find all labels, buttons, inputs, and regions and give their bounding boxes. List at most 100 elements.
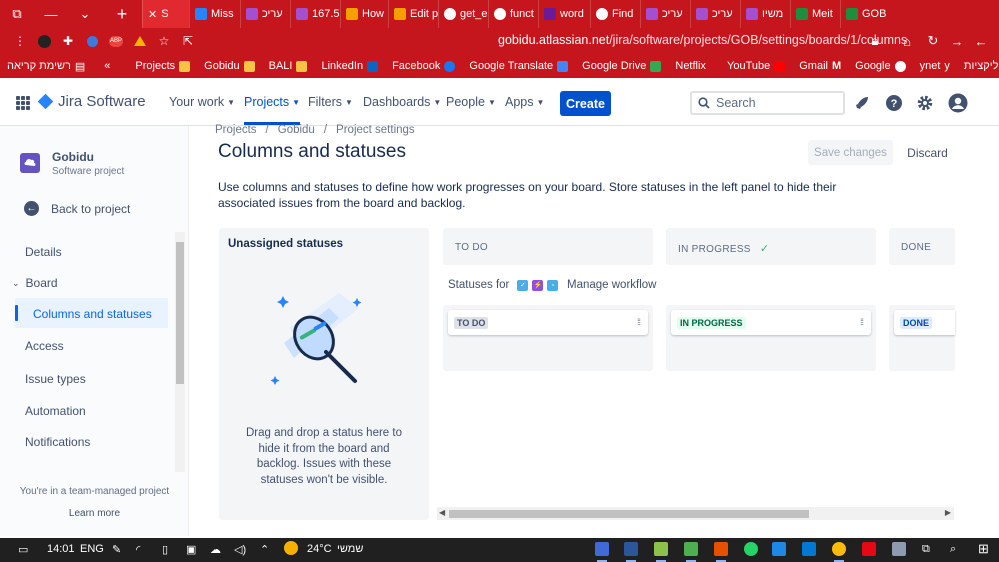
browser-tab[interactable]: word xyxy=(538,0,590,28)
scroll-right-arrow-icon[interactable]: ▶ xyxy=(945,508,951,517)
bookmark-item[interactable]: Projects xyxy=(128,60,197,72)
netflix-icon[interactable] xyxy=(862,542,876,556)
browser-tab[interactable]: משיו xyxy=(740,0,790,28)
taskbar-clock[interactable]: 14:01 xyxy=(47,543,75,555)
browser-tab[interactable]: Meit xyxy=(790,0,840,28)
onedrive-cloud-icon[interactable]: ☁ xyxy=(210,543,221,556)
help-icon[interactable]: ? xyxy=(884,93,904,113)
notification-center-icon[interactable]: ▭ xyxy=(18,543,28,556)
whatsapp-icon[interactable] xyxy=(744,542,758,556)
app-switcher-icon[interactable] xyxy=(16,96,30,110)
save-changes-button[interactable]: Save changes xyxy=(808,140,893,165)
tab-search-chevron-icon[interactable]: ⌄ xyxy=(68,0,102,28)
notifications-rocket-icon[interactable] xyxy=(852,93,872,113)
breadcrumb-project-settings[interactable]: Project settings xyxy=(336,124,415,136)
settings-gear-icon[interactable] xyxy=(915,93,935,113)
learn-more-link[interactable]: Learn more xyxy=(0,508,189,519)
unassigned-statuses-panel[interactable]: Unassigned statuses Drag and drop a stat… xyxy=(219,228,429,520)
weather-temp[interactable]: 24°C xyxy=(307,543,332,555)
sidebar-item-access[interactable]: Access xyxy=(25,339,64,353)
weather-condition[interactable]: שמשי xyxy=(337,543,363,555)
nav-people[interactable]: People ▼ xyxy=(446,95,496,109)
close-icon[interactable]: ✕ xyxy=(148,8,157,21)
browser-tab[interactable]: 167.5 xyxy=(290,0,340,28)
browser-tab[interactable]: עריכ xyxy=(640,0,690,28)
browser-tab[interactable]: How xyxy=(340,0,388,28)
manage-workflow-link[interactable]: Manage workflow xyxy=(567,279,656,291)
bookmarks-overflow-icon[interactable]: « xyxy=(92,60,122,72)
phone-link-icon[interactable]: ▣ xyxy=(186,543,196,556)
sun-weather-icon[interactable] xyxy=(284,541,298,558)
discard-button[interactable]: Discard xyxy=(900,140,955,165)
scrollbar-thumb[interactable] xyxy=(449,510,809,518)
word-icon[interactable] xyxy=(624,542,638,562)
forward-icon[interactable]: → xyxy=(946,31,968,51)
back-icon[interactable]: ← xyxy=(970,31,992,51)
window-restore-icon[interactable]: ⧉ xyxy=(0,0,34,28)
reading-list[interactable]: רשימת קריאה ▤ xyxy=(0,60,92,73)
chrome-icon[interactable] xyxy=(832,542,846,562)
bookmark-item[interactable]: Gobidu xyxy=(197,60,261,72)
browser-tab[interactable]: עריכ xyxy=(690,0,740,28)
chevron-up-icon[interactable]: ⌃ xyxy=(260,543,269,556)
wifi-icon[interactable]: ◜ xyxy=(136,543,140,556)
menu-dots-icon[interactable]: ⋮ xyxy=(8,30,32,52)
sidebar-scrollbar[interactable] xyxy=(175,232,185,472)
adblock-icon[interactable]: ABP xyxy=(104,30,128,52)
taskbar-app-icon[interactable] xyxy=(654,542,668,562)
bookmark-item[interactable]: Google Translate xyxy=(462,60,575,72)
create-button[interactable]: Create xyxy=(560,91,611,116)
sidebar-item-automation[interactable]: Automation xyxy=(25,404,86,418)
status-card-todo[interactable]: TO DO ⁞⁞ xyxy=(448,310,648,335)
task-view-icon[interactable]: ⧉ xyxy=(922,543,930,556)
status-card-done[interactable]: DONE xyxy=(894,310,955,335)
volume-icon[interactable]: ◁) xyxy=(234,543,246,556)
browser-tab[interactable]: ✕ S xyxy=(142,0,189,28)
star-bookmark-icon[interactable]: ☆ xyxy=(152,30,176,52)
extension-icon[interactable] xyxy=(32,30,56,52)
bookmark-item[interactable]: Google xyxy=(848,60,912,72)
status-card-in-progress[interactable]: IN PROGRESS ⁞⁞ xyxy=(671,310,871,335)
sidebar-item-columns-and-statuses[interactable]: Columns and statuses xyxy=(15,298,168,328)
extension-icon[interactable] xyxy=(80,30,104,52)
camera-icon[interactable] xyxy=(892,542,906,556)
browser-tab[interactable]: funct xyxy=(488,0,538,28)
drag-handle-icon[interactable]: ⁞⁞ xyxy=(860,317,864,327)
scroll-left-arrow-icon[interactable]: ◀ xyxy=(439,508,445,517)
reload-icon[interactable]: ↻ xyxy=(922,31,944,51)
breadcrumb-projects[interactable]: Projects xyxy=(215,124,257,136)
bookmark-item[interactable]: Google Drive xyxy=(575,60,668,72)
taskbar-language[interactable]: ENG xyxy=(80,543,104,555)
browser-tab[interactable]: Edit p xyxy=(388,0,438,28)
search-input[interactable]: Search xyxy=(690,91,845,115)
project-name[interactable]: Gobidu xyxy=(52,150,94,164)
nav-projects[interactable]: Projects ▼ xyxy=(244,95,301,125)
bookmark-item[interactable]: Gmail M xyxy=(792,60,848,72)
puzzle-extensions-icon[interactable]: ✚ xyxy=(56,30,80,52)
window-minimize-icon[interactable]: — xyxy=(34,0,68,28)
browser-tab[interactable]: עריכ xyxy=(240,0,290,28)
nav-apps[interactable]: Apps ▼ xyxy=(505,95,544,109)
column-header-todo[interactable]: TO DO xyxy=(443,228,653,265)
jira-logo[interactable]: Jira Software xyxy=(37,93,146,110)
browser-tab[interactable]: Miss xyxy=(189,0,240,28)
bookmark-item[interactable]: אפליקציות⋮⋮ xyxy=(957,60,999,73)
mail-icon[interactable] xyxy=(802,542,816,556)
taskbar-app-icon[interactable] xyxy=(684,542,698,562)
bookmark-item[interactable]: LinkedIn xyxy=(314,60,385,72)
windows-start-icon[interactable]: ⊞ xyxy=(978,541,989,557)
pen-icon[interactable]: ✎ xyxy=(112,543,121,556)
taskbar-app-icon[interactable] xyxy=(772,542,786,556)
address-bar[interactable]: gobidu.atlassian.net/jira/software/proje… xyxy=(498,33,907,47)
home-icon[interactable]: ⌂ xyxy=(896,31,918,51)
share-icon[interactable]: ⇱ xyxy=(176,30,200,52)
bookmark-item[interactable]: BALI xyxy=(262,60,315,72)
sidebar-item-board[interactable]: ⌄ Board xyxy=(12,276,58,290)
column-header-done[interactable]: DONE xyxy=(889,228,955,265)
sidebar-item-details[interactable]: Details xyxy=(25,245,62,259)
new-tab-plus-icon[interactable]: + xyxy=(102,4,142,25)
search-icon[interactable]: ⌕ xyxy=(950,543,956,556)
breadcrumb-gobidu[interactable]: Gobidu xyxy=(278,124,315,136)
nav-filters[interactable]: Filters ▼ xyxy=(308,95,353,109)
taskbar-app-icon[interactable] xyxy=(714,542,728,562)
